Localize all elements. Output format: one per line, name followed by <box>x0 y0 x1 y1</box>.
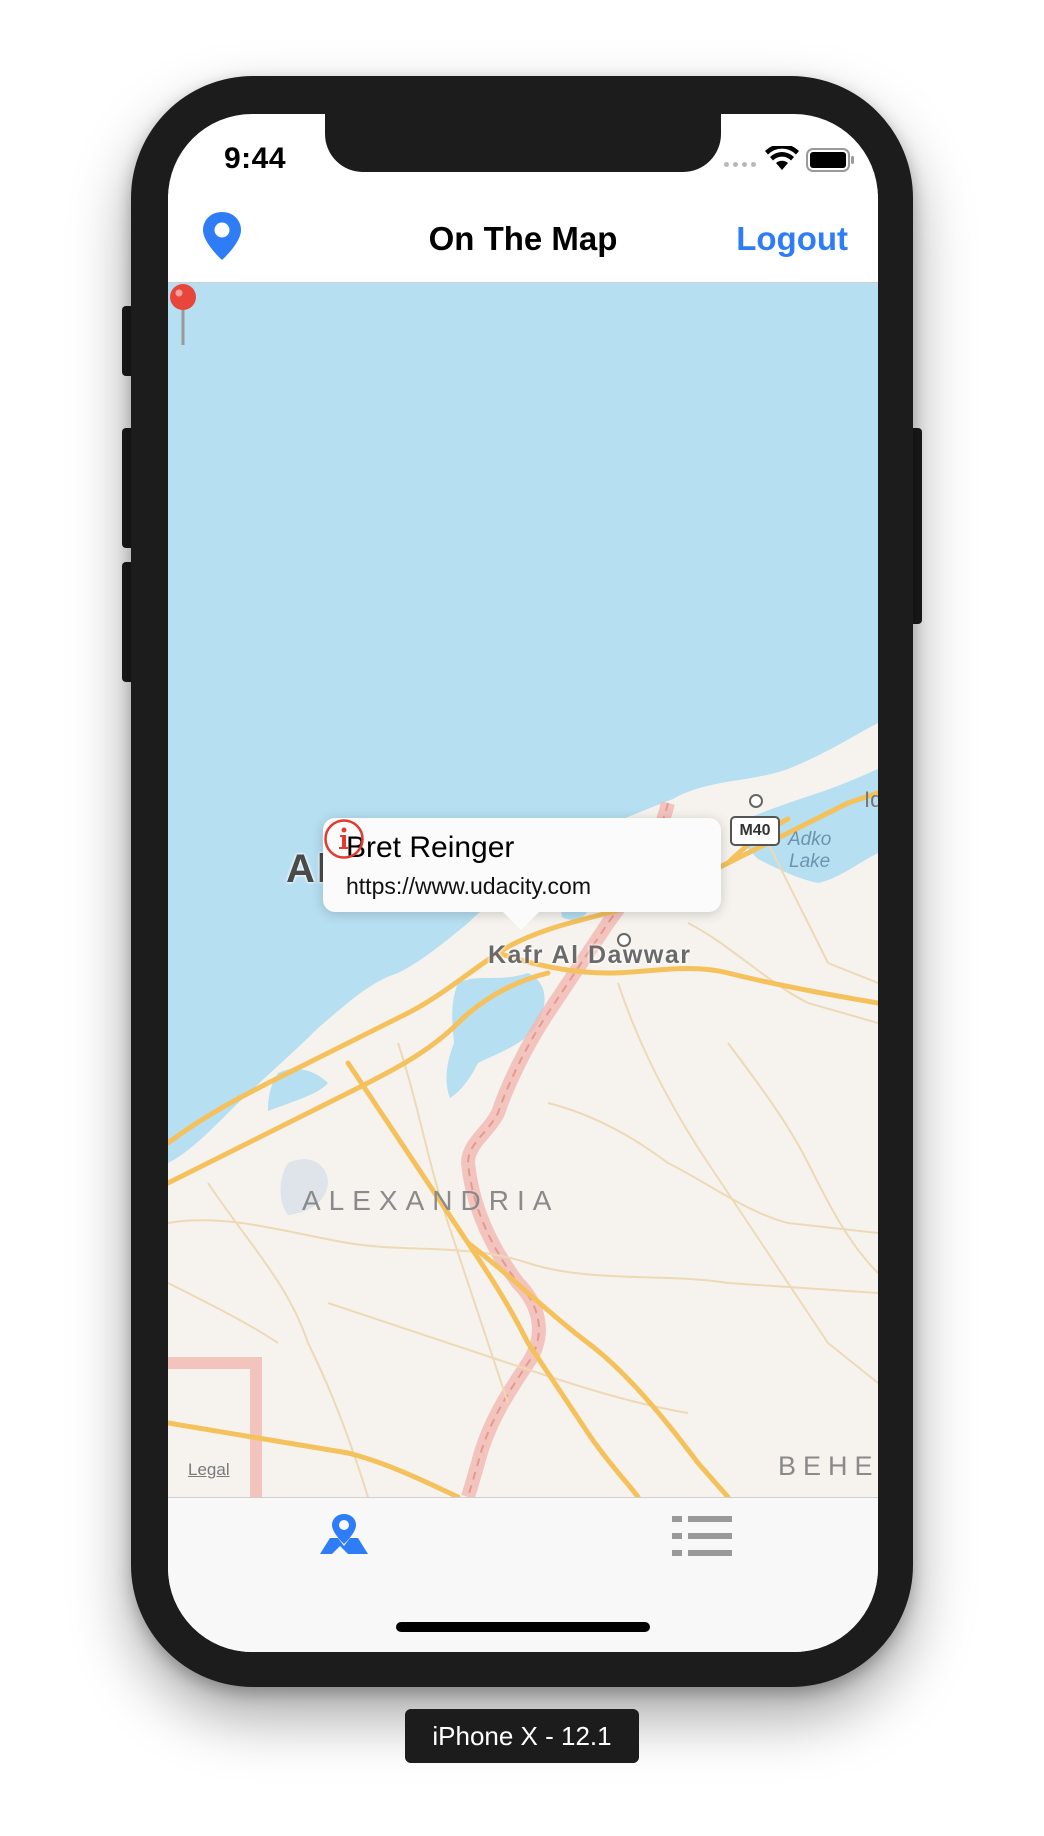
map-label-lake-line1: Adko <box>788 829 832 850</box>
map-location-icon[interactable] <box>318 1512 370 1556</box>
map-label-town: Kafr Al Dawwar <box>488 941 692 969</box>
map-pin-icon[interactable] <box>168 283 198 353</box>
legal-link[interactable]: Legal <box>188 1460 230 1480</box>
status-time: 9:44 <box>224 142 287 175</box>
map-view[interactable]: Alexandria Kafr Al Dawwar ALEXANDRIA BEH… <box>168 283 878 1497</box>
home-indicator[interactable] <box>396 1622 650 1632</box>
map-label-region: ALEXANDRIA <box>302 1185 560 1216</box>
map-label-edge: Id <box>864 787 878 812</box>
map-label-region-right: BEHE <box>778 1451 878 1481</box>
idku-marker <box>749 794 763 808</box>
annotation-subtitle: https://www.udacity.com <box>346 873 591 899</box>
annotation-title: Bret Reinger <box>346 831 515 864</box>
map-label-lake: Adko Lake <box>788 829 831 873</box>
road-shield-m40: M40 <box>730 816 780 846</box>
phone-screen: 9:44 On The Map Logout Kafr Al Dawwar AL… <box>168 114 878 1652</box>
notch <box>325 114 721 172</box>
info-circle-icon[interactable] <box>323 818 365 860</box>
simulator-stage: 9:44 On The Map Logout Kafr Al Dawwar AL… <box>0 0 1044 1836</box>
map-label-lake-line2: Lake <box>789 851 831 872</box>
simulator-device-label: iPhone X - 12.1 <box>405 1709 639 1763</box>
wifi-icon <box>765 146 799 170</box>
cellular-signal-icon <box>724 162 756 167</box>
logout-button[interactable]: Logout <box>736 220 848 258</box>
annotation-callout[interactable]: Bret Reinger https://www.udacity.com <box>323 818 721 930</box>
battery-icon <box>806 148 854 172</box>
navigation-bar: On The Map Logout <box>168 194 878 283</box>
list-icon[interactable] <box>672 1514 732 1558</box>
